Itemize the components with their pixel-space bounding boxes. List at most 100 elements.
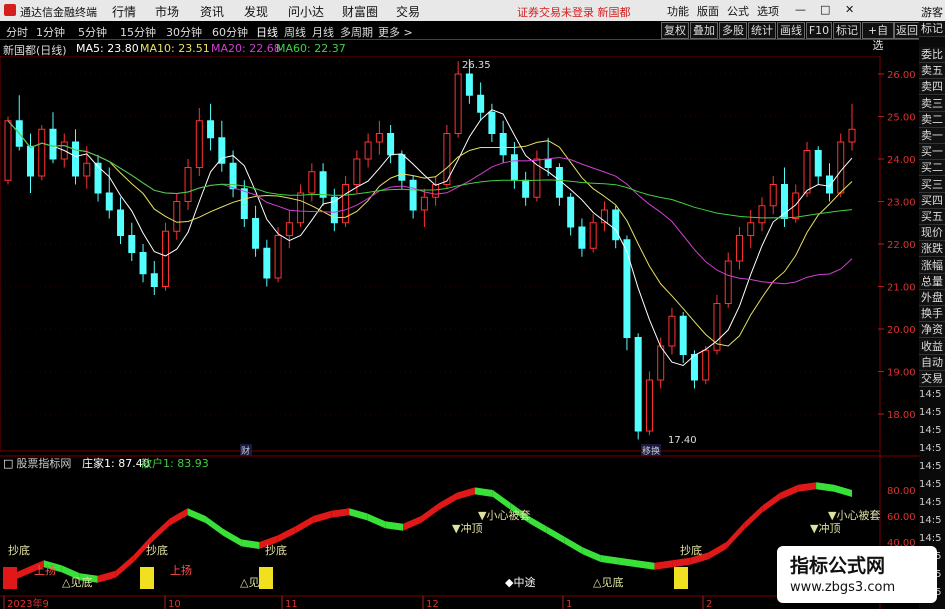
side-panel-item[interactable]: 买一 bbox=[919, 144, 945, 161]
signal-chaodi-3: 抄底 bbox=[265, 543, 287, 557]
menu-item-wenxiaoda[interactable]: 问小达 bbox=[288, 3, 324, 20]
period-fenshi[interactable]: 分时 bbox=[6, 24, 28, 40]
candle-body bbox=[747, 222, 755, 236]
fuquan-button[interactable]: 复权 bbox=[661, 22, 689, 39]
back-button[interactable]: 返回 bbox=[894, 22, 920, 39]
indicator-band-segment bbox=[834, 484, 852, 497]
candle-body bbox=[49, 128, 57, 160]
diejia-button[interactable]: 叠加 bbox=[690, 22, 718, 39]
side-panel-item[interactable]: 交易 bbox=[919, 371, 945, 387]
candle-body bbox=[567, 196, 575, 228]
period-15min[interactable]: 15分钟 bbox=[120, 24, 156, 40]
side-panel-item[interactable]: 卖二 bbox=[919, 111, 945, 128]
indicator-band-segment bbox=[636, 560, 655, 570]
login-notice[interactable]: 证券交易未登录 新国都 bbox=[517, 4, 631, 20]
finance-event-tag[interactable]: 财 bbox=[241, 445, 250, 457]
menu-item-shichang[interactable]: 市场 bbox=[155, 3, 179, 20]
indicator-band-segment bbox=[115, 555, 134, 578]
period-more[interactable]: 更多 > bbox=[378, 24, 413, 40]
menu-item-zixun[interactable]: 资讯 bbox=[200, 3, 224, 20]
kline-chart[interactable]: 26.00 25.00 24.00 23.00 22.00 21.00 20.00 19.00… bbox=[0, 56, 919, 609]
signal-block-yellow-2 bbox=[259, 567, 273, 589]
candle-body bbox=[240, 188, 248, 219]
side-panel-time: 14:5 bbox=[919, 479, 942, 490]
candle-body bbox=[263, 247, 271, 279]
indicator-band-segment bbox=[762, 492, 781, 513]
ma20-line bbox=[7, 120, 853, 285]
indicator-band-segment bbox=[349, 508, 368, 521]
side-panel-item[interactable]: 卖四 bbox=[919, 79, 945, 96]
ma20-value: MA20: 22.68 bbox=[211, 42, 281, 55]
period-weekly[interactable]: 周线 bbox=[284, 24, 306, 40]
side-panel-item[interactable]: 委比 bbox=[919, 47, 945, 63]
period-monthly[interactable]: 月线 bbox=[312, 24, 334, 40]
indicator-band-segment bbox=[564, 536, 583, 555]
side-panel-item[interactable]: 买四 bbox=[919, 192, 945, 209]
candle-body bbox=[162, 230, 170, 287]
side-panel-item[interactable]: 收益 bbox=[919, 338, 945, 355]
side-panel-item[interactable]: 自动 bbox=[919, 354, 945, 371]
indicator-band-segment bbox=[528, 516, 547, 534]
candle-body bbox=[465, 73, 473, 96]
side-panel-time: 14:5 bbox=[919, 407, 942, 418]
period-1min[interactable]: 1分钟 bbox=[36, 24, 65, 40]
minimize-icon[interactable]: — bbox=[795, 3, 806, 16]
app-title: 通达信金融终端 bbox=[20, 6, 97, 19]
menu-item-jiaoyi[interactable]: 交易 bbox=[396, 3, 420, 20]
menu-item-caifuquan[interactable]: 财富圈 bbox=[342, 3, 378, 20]
menu-item-xuanxiang[interactable]: 选项 bbox=[757, 3, 779, 19]
side-panel-item[interactable]: 卖一 bbox=[919, 128, 945, 144]
candle-body bbox=[105, 192, 113, 211]
candle-body bbox=[83, 162, 91, 177]
f10-button[interactable]: F10 bbox=[806, 22, 832, 39]
candle-body bbox=[218, 137, 226, 164]
side-panel-header[interactable]: 标记 bbox=[919, 21, 945, 37]
side-panel-item[interactable]: 卖五 bbox=[919, 63, 945, 80]
side-panel-item[interactable]: 涨幅 bbox=[919, 257, 945, 274]
side-panel-item[interactable]: 净资 bbox=[919, 322, 945, 339]
period-5min[interactable]: 5分钟 bbox=[78, 24, 107, 40]
period-daily[interactable]: 日线 bbox=[256, 24, 278, 40]
candle-body bbox=[364, 141, 372, 160]
side-panel-item[interactable]: 买五 bbox=[919, 209, 945, 225]
candle-body bbox=[38, 128, 46, 177]
side-panel-time: 14:5 bbox=[919, 533, 942, 544]
side-panel-item[interactable]: 买三 bbox=[919, 176, 945, 193]
ma10-line bbox=[7, 120, 853, 347]
indicator-axis-label: 60.00 bbox=[887, 512, 916, 523]
period-60min[interactable]: 60分钟 bbox=[212, 24, 248, 40]
close-icon[interactable]: ✕ bbox=[845, 3, 854, 16]
candle-body bbox=[758, 205, 766, 224]
candle-body bbox=[94, 162, 102, 194]
side-panel-item[interactable]: 总量 bbox=[919, 273, 945, 290]
duogu-button[interactable]: 多股 bbox=[719, 22, 747, 39]
sanhu-value: 散户1: 83.93 bbox=[141, 456, 209, 470]
tongji-button[interactable]: 统计 bbox=[748, 22, 776, 39]
huaxian-button[interactable]: 画线 bbox=[777, 22, 805, 39]
period-multi[interactable]: 多周期 bbox=[340, 24, 373, 40]
biaoji-button[interactable]: 标记 bbox=[833, 22, 861, 39]
side-panel-item[interactable]: 卖三 bbox=[919, 95, 945, 112]
menu-item-banmian[interactable]: 版面 bbox=[697, 3, 719, 19]
menu-item-hangqing[interactable]: 行情 bbox=[112, 3, 136, 20]
side-panel-item[interactable]: 换手 bbox=[919, 306, 945, 323]
candle-body bbox=[634, 337, 642, 432]
side-panel-item[interactable]: 现价 bbox=[919, 225, 945, 242]
candle-body bbox=[285, 222, 293, 236]
add-favorite-button[interactable]: +自选 bbox=[862, 22, 894, 52]
guest-label[interactable]: 游客 bbox=[921, 4, 943, 20]
side-panel-item[interactable]: 买二 bbox=[919, 160, 945, 177]
period-30min[interactable]: 30分钟 bbox=[166, 24, 202, 40]
candle-body bbox=[128, 235, 136, 253]
side-panel-item[interactable]: 涨跌 bbox=[919, 241, 945, 258]
candle-body bbox=[657, 345, 665, 381]
ma-legend: 新国都(日线) MA5: 23.80 MA10: 23.51 MA20: 22.… bbox=[0, 42, 880, 57]
signal-xiaoxin-2: ▼小心被套 bbox=[828, 509, 880, 522]
maximize-icon[interactable]: □ bbox=[820, 3, 830, 16]
side-panel-item[interactable]: 外盘 bbox=[919, 290, 945, 306]
report-event-tag[interactable]: 移换 bbox=[642, 445, 660, 457]
menu-item-gongshi[interactable]: 公式 bbox=[727, 3, 749, 19]
menu-item-faxian[interactable]: 发现 bbox=[244, 3, 268, 20]
menu-item-gongneng[interactable]: 功能 bbox=[667, 3, 689, 19]
signal-jiandi-1: △见底 bbox=[62, 575, 92, 589]
